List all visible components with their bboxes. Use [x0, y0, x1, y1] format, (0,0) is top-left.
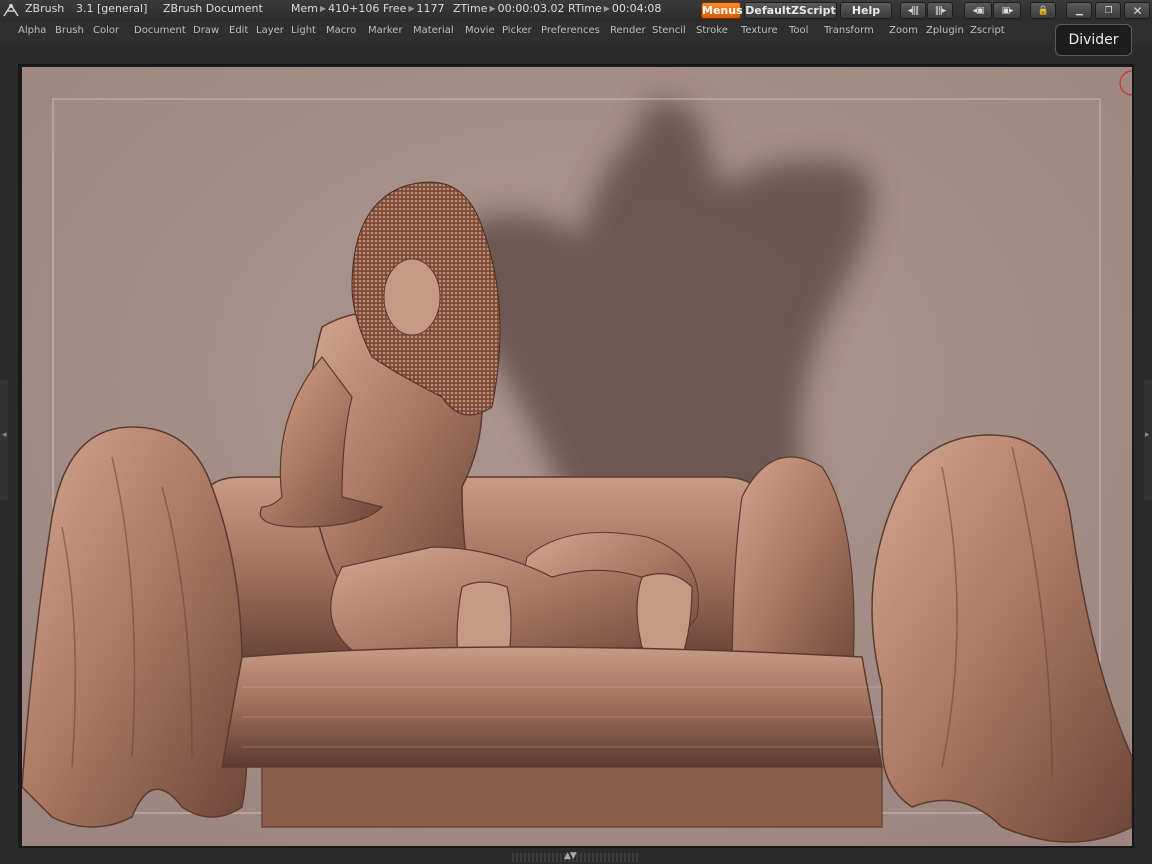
- default-zscript-button[interactable]: DefaultZScript: [744, 2, 837, 19]
- menu-item-stencil[interactable]: Stencil: [652, 25, 686, 36]
- menu-item-preferences[interactable]: Preferences: [541, 25, 600, 36]
- scroll-left-icon[interactable]: ◂‖‖: [900, 2, 926, 19]
- right-tray-handle[interactable]: [1144, 380, 1152, 500]
- help-button[interactable]: Help: [840, 2, 892, 19]
- rtime-readout: RTime ▶ 00:04:08: [568, 2, 662, 15]
- left-tray-handle[interactable]: [0, 380, 8, 500]
- mem-readout: Mem ▶ 410+106: [291, 2, 380, 15]
- app-version: 3.1 [general]: [76, 2, 148, 15]
- menu-item-stroke[interactable]: Stroke: [696, 25, 728, 36]
- menu-item-draw[interactable]: Draw: [193, 25, 219, 36]
- title-bar: ZBrush 3.1 [general] ZBrush Document Mem…: [0, 0, 1152, 21]
- menu-item-picker[interactable]: Picker: [502, 25, 532, 36]
- menu-item-edit[interactable]: Edit: [229, 25, 248, 36]
- menu-item-movie[interactable]: Movie: [465, 25, 495, 36]
- menu-item-tool[interactable]: Tool: [789, 25, 808, 36]
- document-canvas[interactable]: [22, 67, 1132, 846]
- menu-item-texture[interactable]: Texture: [741, 25, 778, 36]
- menu-item-transform[interactable]: Transform: [824, 25, 874, 36]
- couch-seat: [221, 646, 883, 768]
- right-tray-arrow-icon[interactable]: ▸: [1145, 430, 1150, 440]
- menu-item-brush[interactable]: Brush: [55, 25, 84, 36]
- app-name: ZBrush: [25, 2, 65, 15]
- close-icon[interactable]: ✕: [1124, 2, 1150, 19]
- lock-icon[interactable]: 🔒: [1030, 2, 1056, 19]
- menus-button[interactable]: Menus: [701, 2, 743, 19]
- free-readout: Free ▶ 1177: [383, 2, 445, 15]
- menu-item-color[interactable]: Color: [93, 25, 119, 36]
- bottom-tray-handle[interactable]: [512, 853, 640, 862]
- expand-tray-icon[interactable]: ▲▼: [564, 851, 577, 861]
- menu-item-zplugin[interactable]: Zplugin: [926, 25, 964, 36]
- menu-item-light[interactable]: Light: [291, 25, 316, 36]
- menu-item-layer[interactable]: Layer: [256, 25, 284, 36]
- menu-item-zscript[interactable]: Zscript: [970, 25, 1005, 36]
- menu-item-alpha[interactable]: Alpha: [18, 25, 46, 36]
- menu-item-macro[interactable]: Macro: [326, 25, 356, 36]
- menu-item-render[interactable]: Render: [610, 25, 646, 36]
- couch-base: [261, 766, 883, 828]
- ztime-readout: ZTime ▶ 00:00:03.02: [453, 2, 565, 15]
- figure-face: [383, 258, 441, 336]
- document-name: ZBrush Document: [163, 2, 263, 15]
- menu-item-marker[interactable]: Marker: [368, 25, 403, 36]
- menu-item-material[interactable]: Material: [413, 25, 454, 36]
- minimize-icon[interactable]: ▁: [1066, 2, 1092, 19]
- scroll-right-icon[interactable]: ‖‖▸: [927, 2, 953, 19]
- menu-item-zoom[interactable]: Zoom: [889, 25, 918, 36]
- menu-bar: Alpha Brush Color Document Draw Edit Lay…: [0, 21, 1152, 43]
- menu-item-document[interactable]: Document: [134, 25, 186, 36]
- restore-icon[interactable]: ❐: [1095, 2, 1121, 19]
- layout-next-icon[interactable]: ▣▸: [993, 2, 1021, 19]
- left-tray-arrow-icon[interactable]: ◂: [2, 430, 7, 440]
- sculpt-render: [22, 67, 1132, 846]
- zbrush-logo-icon: [3, 3, 19, 17]
- tooltip: Divider: [1055, 24, 1132, 56]
- figure-foot-right: [636, 573, 693, 661]
- layout-prev-icon[interactable]: ◂▣: [964, 2, 992, 19]
